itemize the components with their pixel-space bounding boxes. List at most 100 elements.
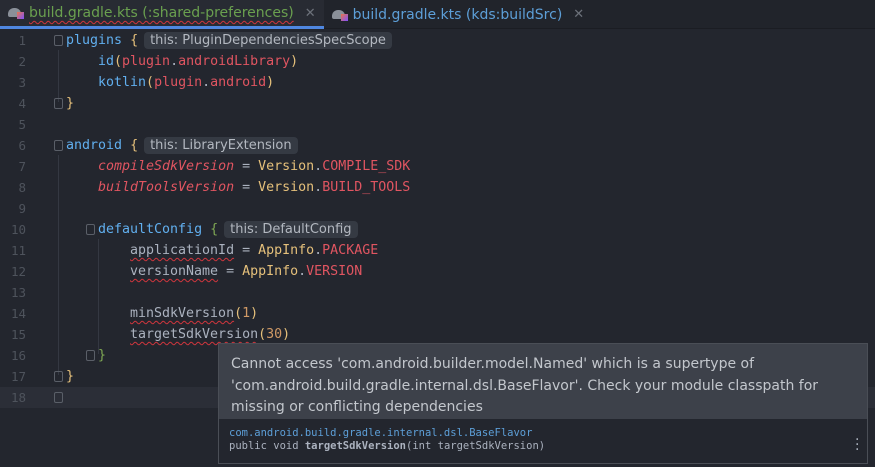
- line-number[interactable]: 17: [0, 366, 26, 387]
- tab-buildsrc[interactable]: build.gradle.kts (kds:buildSrc) ✕: [324, 0, 593, 29]
- code-line[interactable]: 3 kotlin(plugin.android): [0, 72, 875, 93]
- code-token: (: [234, 306, 243, 321]
- vertical-ellipsis-icon[interactable]: · · ·: [855, 433, 859, 457]
- code-token: androidLibrary: [178, 54, 291, 69]
- line-number[interactable]: 1: [0, 30, 26, 51]
- code-token: COMPILE_SDK: [322, 159, 411, 174]
- code-token: {: [210, 222, 219, 237]
- line-number[interactable]: 8: [0, 177, 26, 198]
- code-token: 1: [242, 306, 251, 321]
- fold-marker-icon[interactable]: [54, 371, 63, 382]
- line-number[interactable]: 13: [0, 282, 26, 303]
- close-tab-icon[interactable]: ✕: [305, 6, 316, 21]
- code-token: Version: [258, 159, 315, 174]
- line-number[interactable]: 4: [0, 93, 26, 114]
- code-token: .: [314, 159, 323, 174]
- code-line[interactable]: 14 minSdkVersion(1): [0, 303, 875, 324]
- code-token: ): [290, 54, 299, 69]
- line-number[interactable]: 7: [0, 156, 26, 177]
- code-line[interactable]: 2 id(plugin.androidLibrary): [0, 51, 875, 72]
- code-token: applicationId: [130, 243, 235, 258]
- code-token: compileSdkVersion: [98, 159, 235, 174]
- code-token: (: [114, 54, 123, 69]
- code-line[interactable]: 11 applicationId = AppInfo.PACKAGE: [0, 240, 875, 261]
- code-token: buildToolsVersion: [98, 180, 235, 195]
- line-number[interactable]: 5: [0, 114, 26, 135]
- code-token: {: [130, 33, 139, 48]
- editor-tab-bar: build.gradle.kts (:shared-preferences) ✕…: [0, 0, 875, 29]
- line-number[interactable]: 6: [0, 135, 26, 156]
- code-token: }: [98, 348, 107, 363]
- code-token: plugin: [122, 54, 171, 69]
- line-number[interactable]: 18: [0, 387, 26, 408]
- code-line[interactable]: 15 targetSdkVersion(30): [0, 324, 875, 345]
- sig-modifiers: public void: [229, 440, 305, 452]
- code-token: .: [298, 264, 307, 279]
- code-text: applicationId = AppInfo.PACKAGE: [130, 240, 378, 261]
- line-number[interactable]: 15: [0, 324, 26, 345]
- code-line[interactable]: 5: [0, 114, 875, 135]
- code-text: buildToolsVersion = Version.BUILD_TOOLS: [98, 177, 410, 198]
- code-text: targetSdkVersion(30): [130, 324, 290, 345]
- quick-doc: com.android.build.gradle.internal.dsl.Ba…: [219, 419, 867, 461]
- tab-label: build.gradle.kts (:shared-preferences): [29, 5, 294, 21]
- code-text: plugins { this: PluginDependenciesSpecSco…: [66, 30, 392, 51]
- fold-marker-icon[interactable]: [86, 350, 95, 361]
- code-text: }: [66, 93, 74, 114]
- code-token: .: [202, 75, 211, 90]
- line-number[interactable]: 3: [0, 72, 26, 93]
- fold-marker-icon[interactable]: [54, 35, 63, 46]
- code-text: android {this: LibraryExtension: [66, 135, 298, 156]
- code-token: =: [218, 264, 243, 279]
- code-token: =: [234, 180, 259, 195]
- code-token: 30: [266, 327, 283, 342]
- code-line[interactable]: 4}: [0, 93, 875, 114]
- line-number[interactable]: 9: [0, 198, 26, 219]
- line-number[interactable]: 14: [0, 303, 26, 324]
- code-text: defaultConfig { this: DefaultConfig: [98, 219, 358, 240]
- line-number[interactable]: 10: [0, 219, 26, 240]
- line-number[interactable]: 2: [0, 51, 26, 72]
- doc-package-link[interactable]: com.android.build.gradle.internal.dsl.Ba…: [229, 427, 857, 440]
- code-line[interactable]: 12 versionName = AppInfo.VERSION: [0, 261, 875, 282]
- code-token: plugin: [154, 75, 203, 90]
- close-tab-icon[interactable]: ✕: [573, 7, 584, 22]
- fold-marker-icon[interactable]: [54, 392, 63, 403]
- code-line[interactable]: 13: [0, 282, 875, 303]
- fold-marker-icon[interactable]: [54, 140, 63, 151]
- sig-name: targetSdkVersion: [304, 440, 407, 452]
- code-line[interactable]: 10 defaultConfig { this: DefaultConfig: [0, 219, 875, 240]
- inlay-type-hint[interactable]: this: LibraryExtension: [144, 137, 298, 154]
- code-token: (: [258, 327, 267, 342]
- code-text: id(plugin.androidLibrary): [98, 51, 298, 72]
- code-line[interactable]: 6 android {this: LibraryExtension: [0, 135, 875, 156]
- code-token: AppInfo: [242, 264, 299, 279]
- error-message: Cannot access 'com.android.builder.model…: [219, 344, 867, 419]
- code-token: =: [234, 159, 259, 174]
- code-token: plugins: [66, 33, 123, 48]
- code-line[interactable]: 7 compileSdkVersion = Version.COMPILE_SDK: [0, 156, 875, 177]
- line-number[interactable]: 16: [0, 345, 26, 366]
- code-text: compileSdkVersion = Version.COMPILE_SDK: [98, 156, 410, 177]
- code-line[interactable]: 9: [0, 198, 875, 219]
- inlay-type-hint[interactable]: this: PluginDependenciesSpecScope: [144, 32, 392, 49]
- code-token: ): [250, 306, 259, 321]
- code-text: minSdkVersion(1): [130, 303, 258, 324]
- doc-signature: public void targetSdkVersion(int targetS…: [229, 440, 857, 453]
- fold-marker-icon[interactable]: [86, 224, 95, 235]
- code-token: .: [170, 54, 179, 69]
- code-line[interactable]: 8 buildToolsVersion = Version.BUILD_TOOLS: [0, 177, 875, 198]
- code-token: defaultConfig: [98, 222, 203, 237]
- gradle-kotlin-file-icon: [331, 9, 348, 21]
- code-token: id: [98, 54, 115, 69]
- tab-shared-preferences[interactable]: build.gradle.kts (:shared-preferences) ✕: [0, 0, 324, 29]
- code-token: .: [314, 243, 323, 258]
- line-number[interactable]: 11: [0, 240, 26, 261]
- tab-label: build.gradle.kts (kds:buildSrc): [352, 6, 563, 23]
- line-number[interactable]: 12: [0, 261, 26, 282]
- code-line[interactable]: 1 plugins { this: PluginDependenciesSpecSc…: [0, 30, 875, 51]
- inlay-type-hint[interactable]: this: DefaultConfig: [224, 221, 358, 238]
- fold-marker-icon[interactable]: [54, 98, 63, 109]
